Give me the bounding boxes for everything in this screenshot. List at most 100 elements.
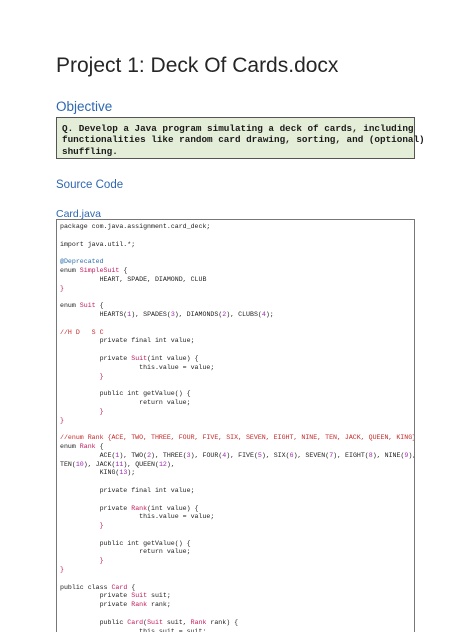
code-line: private Suit suit; (60, 592, 414, 601)
code-line: import java.util.*; (60, 241, 414, 250)
code-token: @Deprecated (60, 258, 104, 266)
code-token: ); (265, 310, 274, 318)
code-line: } (60, 285, 414, 294)
code-token: Suit (131, 592, 148, 600)
code-token: public (60, 618, 128, 626)
document-title: Project 1: Deck Of Cards.docx (56, 54, 339, 77)
code-token: private final int value; (60, 337, 195, 345)
code-token: { (119, 266, 128, 274)
code-token: ), SPADES( (131, 310, 171, 318)
code-token: ), (166, 460, 175, 468)
code-line: } (60, 557, 414, 566)
code-line: public int getValue() { (60, 539, 414, 549)
code-token: //H D S C (60, 328, 104, 336)
code-line: TEN(10), JACK(11), QUEEN(12), (60, 460, 414, 470)
code-token: this.value = value; (60, 363, 215, 371)
objective-box: Q. Develop a Java program simulating a d… (56, 117, 425, 159)
code-token: rank) { (206, 618, 239, 626)
code-token: ); (127, 469, 136, 477)
code-token: Rank (190, 618, 207, 626)
code-token: (int value) { (147, 504, 199, 512)
code-line: enum SimpleSuit { (60, 266, 414, 276)
code-token: public class (60, 583, 112, 591)
code-token: Rank (131, 601, 148, 609)
code-token: Rank (131, 504, 148, 512)
code-line: private final int value; (60, 486, 414, 496)
code-token: public int getValue() { (60, 539, 191, 547)
code-token: ), JACK( (83, 460, 116, 468)
code-line: HEARTS(1), SPADES(3), DIAMONDS(2), CLUBS… (60, 310, 414, 320)
code-token: //enum Rank {ACE, TWO, THREE, FOUR, FIVE… (60, 434, 415, 442)
code-token: private (60, 592, 132, 600)
objective-line: Q. Develop a Java program simulating a d… (62, 123, 414, 134)
code-token: ACE( (60, 451, 116, 459)
code-token: ), SEVEN( (293, 451, 330, 459)
code-token: HEARTS( (60, 310, 128, 318)
code-token: public int getValue() { (60, 390, 191, 398)
code-line: //enum Rank {ACE, TWO, THREE, FOUR, FIVE… (60, 434, 415, 443)
code-token: ), FOUR( (190, 451, 223, 459)
code-token: this.suit = suit; (60, 627, 207, 632)
code-line: } (60, 372, 414, 382)
code-line: this.suit = suit; (60, 627, 414, 632)
code-line: private Suit(int value) { (60, 354, 414, 364)
code-token: { (95, 442, 104, 450)
code-token: ), EIGHT( (333, 451, 369, 459)
code-line: KING(13); (60, 469, 414, 478)
code-line: } (60, 416, 414, 426)
code-token: private (60, 601, 132, 609)
code-token: 12 (158, 460, 167, 468)
code-token: ), THREE( (151, 451, 187, 459)
code-token: ), (408, 451, 414, 459)
code-line: } (60, 566, 414, 575)
code-token: enum (60, 442, 80, 450)
code-token: ), NINE( (372, 451, 405, 459)
code-line: public int getValue() { (60, 390, 414, 399)
code-token: { (127, 583, 136, 591)
code-token: enum (60, 266, 80, 274)
code-block: package com.java.assignment.card_deck;im… (56, 219, 415, 632)
code-line: public class Card { (60, 583, 414, 593)
code-token: TEN( (60, 460, 76, 468)
code-token: Suit (147, 618, 163, 626)
objective-line: shuffling. (62, 145, 118, 157)
code-line: } (60, 522, 414, 531)
code-listing: package com.java.assignment.card_deck;im… (60, 223, 415, 632)
code-line: @Deprecated (60, 258, 414, 267)
code-line: ACE(1), TWO(2), THREE(3), FOUR(4), FIVE(… (60, 451, 414, 461)
code-token: Suit (131, 354, 148, 362)
code-token: } (60, 372, 104, 380)
code-token: ), SIX( (261, 451, 290, 459)
code-token: { (95, 302, 104, 310)
code-line: package com.java.assignment.card_deck; (60, 223, 414, 232)
code-line: private Rank rank; (60, 601, 414, 610)
code-line: return value; (60, 399, 414, 408)
code-token: private final int value; (60, 486, 195, 494)
code-token: HEART, SPADE, DIAMOND, CLUB (60, 275, 207, 283)
code-token: } (60, 522, 104, 530)
code-token: KING( (60, 469, 120, 477)
code-token: Rank (79, 442, 96, 450)
code-token: Card (111, 583, 128, 591)
objective-line: functionalities like random card drawing… (62, 134, 425, 146)
code-token: private (60, 504, 132, 512)
code-line: } (60, 408, 414, 417)
document-page: Project 1: Deck Of Cards.docx Objective … (0, 0, 474, 632)
code-line: enum Rank { (60, 442, 414, 452)
code-token: suit; (147, 592, 171, 600)
code-token: } (60, 416, 64, 424)
code-token: Card (127, 618, 144, 626)
code-line: private Rank(int value) { (60, 504, 414, 514)
code-token: 10 (75, 460, 84, 468)
source-code-heading: Source Code (56, 179, 124, 191)
code-line: return value; (60, 548, 414, 557)
